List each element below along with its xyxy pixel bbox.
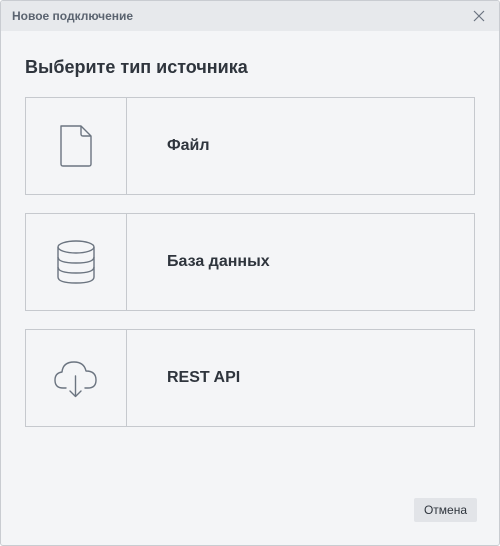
close-icon [473,10,485,22]
new-connection-dialog: Новое подключение Выберите тип источника… [0,0,500,546]
dialog-title: Новое подключение [12,9,134,23]
page-title: Выберите тип источника [25,57,248,77]
cloud-download-icon [54,361,97,398]
close-button[interactable] [469,6,489,26]
dialog-titlebar: Новое подключение [1,1,499,31]
option-icon-cell [26,330,127,426]
source-option-database[interactable]: База данных [25,213,475,311]
option-icon-cell [26,214,127,310]
option-label-database: База данных [167,253,270,270]
option-label-file: Файл [167,137,210,154]
database-icon [57,240,95,284]
option-icon-cell [26,98,127,194]
cancel-button[interactable]: Отмена [413,498,477,522]
source-option-rest-api[interactable]: REST API [25,329,475,427]
option-label-rest-api: REST API [167,369,241,386]
file-icon [60,125,92,167]
source-option-file[interactable]: Файл [25,97,475,195]
